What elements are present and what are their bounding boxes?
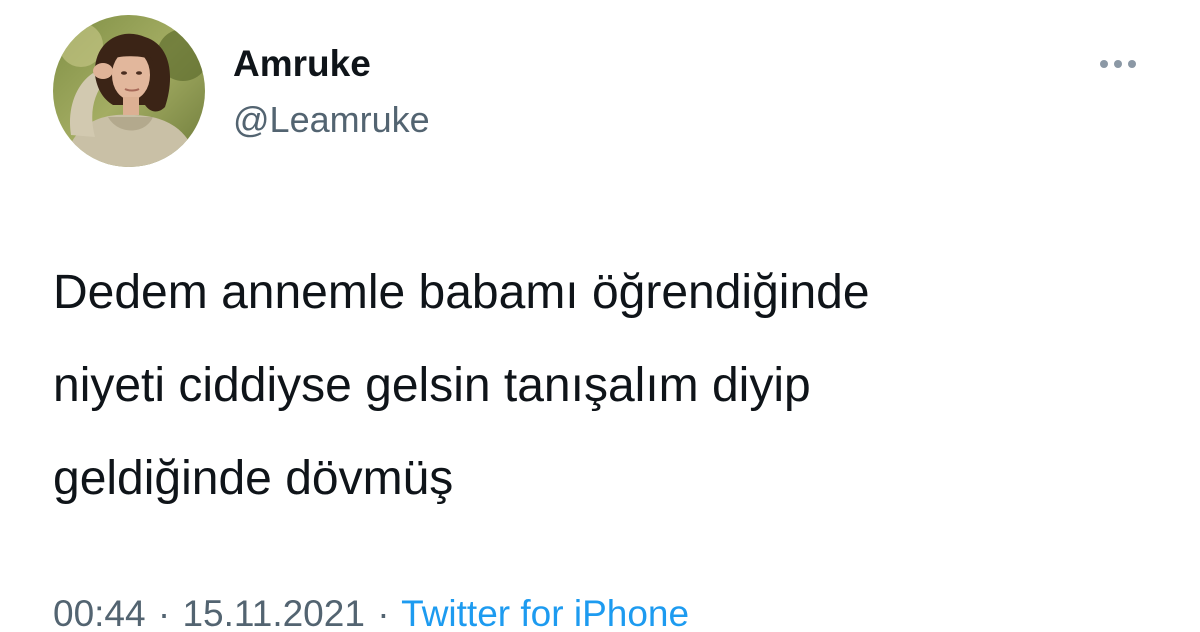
tweet-date[interactable]: 15.11.2021 — [182, 593, 364, 632]
author-handle[interactable]: @Leamruke — [233, 98, 430, 142]
avatar-photo — [53, 15, 205, 167]
tweet-text-line: geldiğinde dövmüş — [53, 452, 454, 505]
tweet-text-line: niyeti ciddiyse gelsin tanışalım diyip — [53, 359, 811, 412]
tweet-text-line: Dedem annemle babamı öğrendiğinde — [53, 266, 870, 319]
avatar[interactable] — [53, 15, 205, 167]
meta-separator: · — [157, 593, 171, 632]
tweet-text: Dedem annemle babamı öğrendiğinde niyeti… — [53, 246, 1163, 525]
tweet-time[interactable]: 00:44 — [53, 593, 146, 632]
author-display-name[interactable]: Amruke — [233, 42, 371, 86]
more-horizontal-icon[interactable] — [1092, 52, 1148, 76]
tweet-source-link[interactable]: Twitter for iPhone — [401, 593, 689, 632]
tweet-metadata: 00:44 · 15.11.2021 · Twitter for iPhone — [53, 590, 689, 632]
tweet: Amruke @Leamruke Dedem annemle babamı öğ… — [0, 0, 1200, 632]
meta-separator: · — [377, 593, 390, 632]
